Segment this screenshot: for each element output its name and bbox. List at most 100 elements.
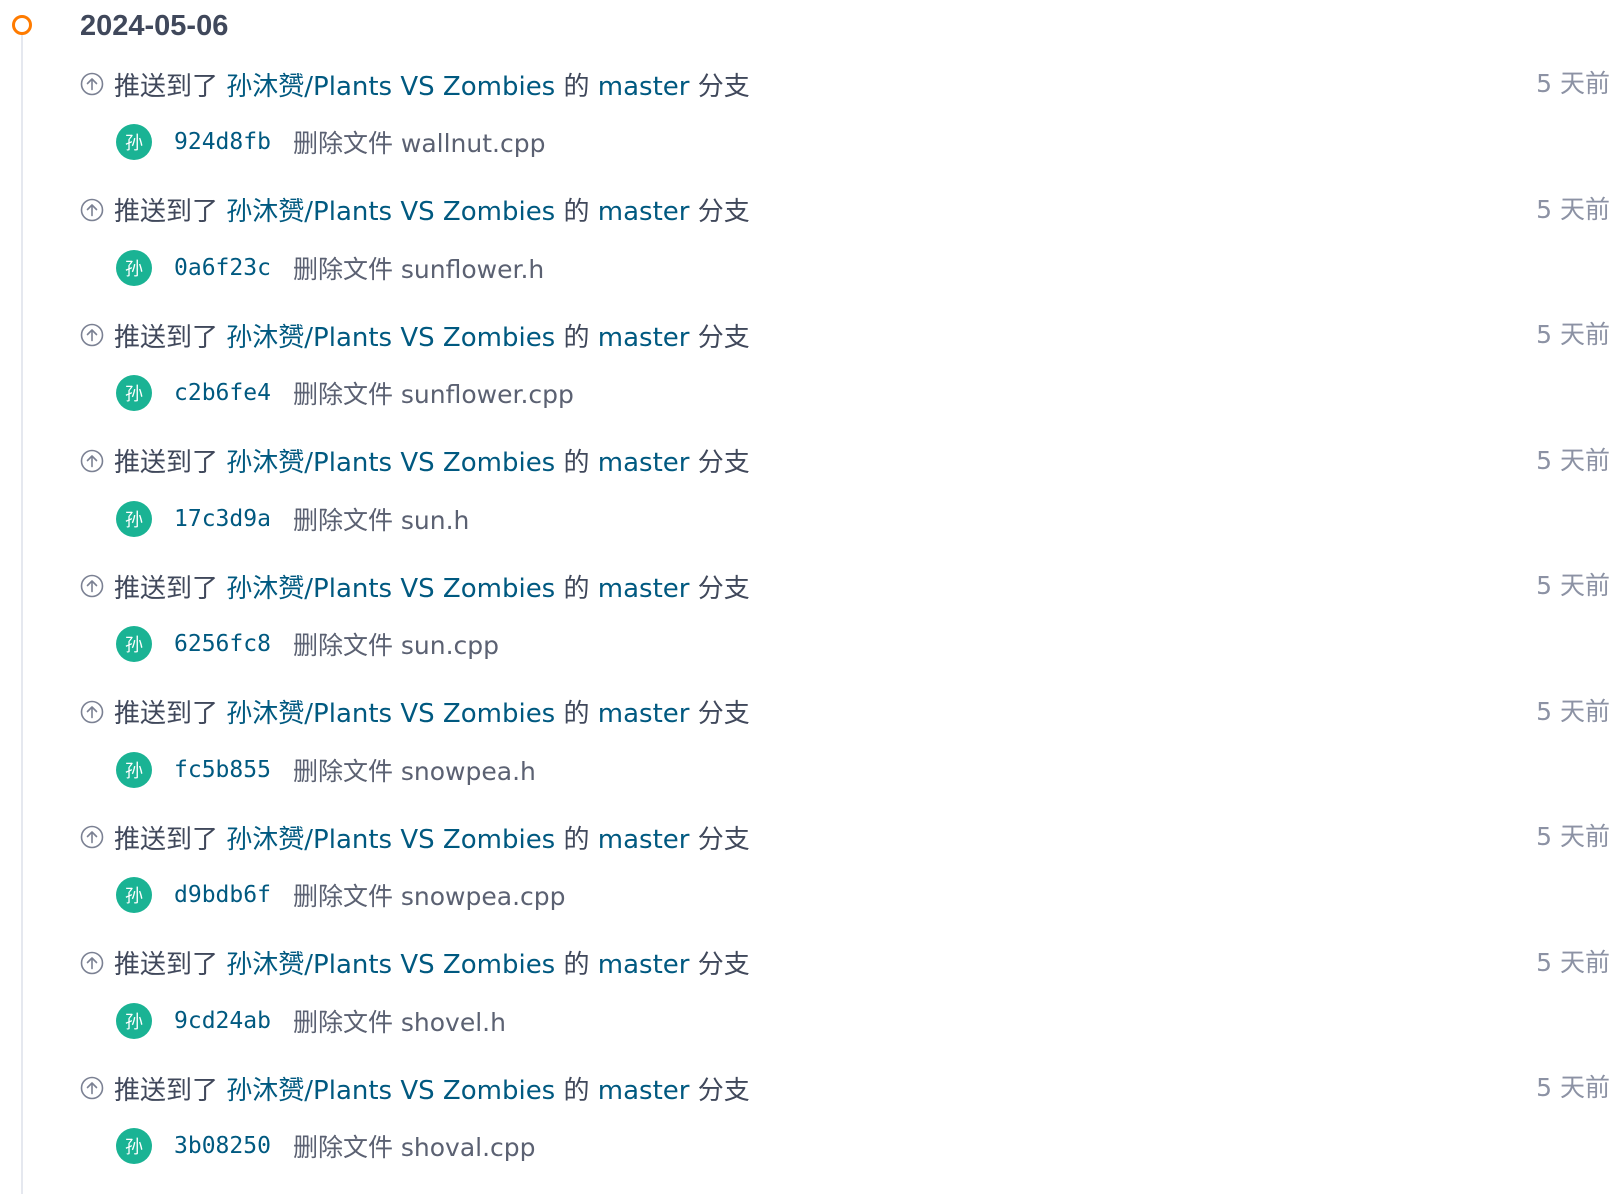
commit-row: 孙 9cd24ab 删除文件 shovel.h (116, 1001, 506, 1041)
push-branch-suffix: 分支 (697, 824, 750, 855)
repo-link[interactable]: 孙沐赟/Plants VS Zombies (226, 950, 555, 980)
branch-link[interactable]: master (598, 825, 690, 855)
repo-link[interactable]: 孙沐赟/Plants VS Zombies (226, 323, 555, 353)
push-connector-text: 的 (563, 197, 590, 227)
time-ago: 5 天前 (1536, 69, 1610, 98)
timeline-line (21, 34, 23, 1194)
push-summary: 推送到了 孙沐赟/Plants VS Zombies 的 master 分支 (114, 66, 750, 103)
avatar[interactable]: 孙 (116, 500, 152, 537)
commit-message: 删除文件 wallnut.cpp (292, 129, 546, 158)
push-connector-text: 的 (563, 448, 590, 478)
branch-link[interactable]: master (598, 197, 690, 227)
push-arrow-icon (80, 323, 104, 347)
event-item: 推送到了 孙沐赟/Plants VS Zombies 的 master 分支 5… (80, 313, 1610, 439)
push-branch-suffix: 分支 (697, 573, 750, 604)
push-branch-suffix: 分支 (697, 1075, 750, 1106)
commit-message: 删除文件 shovel.h (292, 1007, 506, 1037)
commit-row: 孙 c2b6fe4 删除文件 sunflower.cpp (116, 373, 574, 413)
avatar[interactable]: 孙 (116, 249, 152, 286)
time-ago: 5 天前 (1536, 696, 1610, 726)
branch-link[interactable]: master (598, 574, 690, 604)
commit-sha-link[interactable]: 17c3d9a (174, 506, 271, 532)
event-item: 推送到了 孙沐赟/Plants VS Zombies 的 master 分支 5… (80, 1066, 1610, 1192)
push-connector-text: 的 (563, 1075, 590, 1106)
branch-link[interactable]: master (598, 1076, 690, 1106)
push-summary: 推送到了 孙沐赟/Plants VS Zombies 的 master 分支 (114, 693, 750, 730)
commit-row: 孙 17c3d9a 删除文件 sun.h (116, 499, 469, 539)
avatar[interactable]: 孙 (116, 124, 152, 160)
commit-message: 删除文件 sunflower.h (292, 254, 545, 284)
branch-link[interactable]: master (598, 323, 690, 353)
push-row: 推送到了 孙沐赟/Plants VS Zombies 的 master 分支 5… (80, 62, 1610, 106)
commit-sha-link[interactable]: 3b08250 (174, 1133, 271, 1159)
time-ago: 5 天前 (1536, 1073, 1610, 1102)
push-action-text: 推送到了 (114, 322, 219, 353)
commit-sha-link[interactable]: fc5b855 (174, 757, 271, 783)
push-connector-text: 的 (563, 573, 590, 604)
commit-sha-link[interactable]: c2b6fe4 (174, 380, 271, 406)
push-arrow-icon (80, 700, 104, 723)
push-summary: 推送到了 孙沐赟/Plants VS Zombies 的 master 分支 (114, 1070, 750, 1107)
commit-sha-link[interactable]: 6256fc8 (174, 631, 271, 657)
avatar[interactable]: 孙 (116, 375, 152, 411)
push-action-text: 推送到了 (114, 71, 219, 102)
event-item: 推送到了 孙沐赟/Plants VS Zombies 的 master 分支 5… (80, 188, 1610, 314)
commit-sha-link[interactable]: d9bdb6f (174, 882, 271, 908)
branch-link[interactable]: master (598, 72, 690, 102)
event-item: 推送到了 孙沐赟/Plants VS Zombies 的 master 分支 5… (80, 439, 1610, 565)
commit-row: 孙 0a6f23c 删除文件 sunflower.h (116, 248, 544, 288)
branch-link[interactable]: master (598, 950, 690, 980)
push-action-text: 推送到了 (114, 950, 219, 980)
commit-message: 删除文件 shoval.cpp (292, 1133, 536, 1162)
avatar[interactable]: 孙 (116, 1002, 152, 1039)
avatar[interactable]: 孙 (116, 877, 152, 913)
push-summary: 推送到了 孙沐赟/Plants VS Zombies 的 master 分支 (114, 944, 750, 981)
event-list: 推送到了 孙沐赟/Plants VS Zombies 的 master 分支 5… (80, 62, 1610, 1192)
commit-row: 孙 924d8fb 删除文件 wallnut.cpp (116, 122, 545, 162)
commit-sha-link[interactable]: 924d8fb (174, 129, 271, 155)
avatar[interactable]: 孙 (116, 751, 152, 788)
repo-link[interactable]: 孙沐赟/Plants VS Zombies (226, 1076, 555, 1106)
repo-link[interactable]: 孙沐赟/Plants VS Zombies (226, 72, 555, 102)
push-summary: 推送到了 孙沐赟/Plants VS Zombies 的 master 分支 (114, 568, 750, 605)
push-connector-text: 的 (563, 322, 590, 353)
branch-link[interactable]: master (598, 699, 690, 729)
push-arrow-icon (80, 198, 104, 221)
commit-sha-link[interactable]: 0a6f23c (174, 255, 271, 281)
push-row: 推送到了 孙沐赟/Plants VS Zombies 的 master 分支 5… (80, 690, 1610, 734)
push-row: 推送到了 孙沐赟/Plants VS Zombies 的 master 分支 5… (80, 313, 1610, 357)
repo-link[interactable]: 孙沐赟/Plants VS Zombies (226, 197, 555, 227)
time-ago: 5 天前 (1536, 822, 1610, 851)
time-ago: 5 天前 (1536, 194, 1610, 224)
push-branch-suffix: 分支 (697, 448, 750, 478)
commit-row: 孙 6256fc8 删除文件 sun.cpp (116, 624, 499, 664)
push-branch-suffix: 分支 (697, 71, 750, 102)
push-summary: 推送到了 孙沐赟/Plants VS Zombies 的 master 分支 (114, 819, 750, 856)
push-connector-text: 的 (563, 71, 590, 102)
time-ago: 5 天前 (1536, 320, 1610, 349)
avatar[interactable]: 孙 (116, 1128, 152, 1164)
push-action-text: 推送到了 (114, 1075, 219, 1106)
push-arrow-icon (80, 1076, 104, 1100)
commit-sha-link[interactable]: 9cd24ab (174, 1008, 271, 1034)
event-item: 推送到了 孙沐赟/Plants VS Zombies 的 master 分支 5… (80, 815, 1610, 941)
branch-link[interactable]: master (598, 448, 690, 478)
event-item: 推送到了 孙沐赟/Plants VS Zombies 的 master 分支 5… (80, 62, 1610, 188)
event-item: 推送到了 孙沐赟/Plants VS Zombies 的 master 分支 5… (80, 941, 1610, 1067)
push-branch-suffix: 分支 (697, 950, 750, 980)
timeline-date: 2024-05-06 (80, 10, 229, 42)
repo-link[interactable]: 孙沐赟/Plants VS Zombies (226, 825, 555, 855)
push-arrow-icon (80, 574, 104, 598)
push-branch-suffix: 分支 (697, 322, 750, 353)
push-arrow-icon (80, 951, 104, 974)
repo-link[interactable]: 孙沐赟/Plants VS Zombies (226, 448, 555, 478)
commit-message: 删除文件 sunflower.cpp (292, 380, 574, 409)
commit-row: 孙 3b08250 删除文件 shoval.cpp (116, 1126, 536, 1166)
repo-link[interactable]: 孙沐赟/Plants VS Zombies (226, 574, 555, 604)
push-action-text: 推送到了 (114, 448, 219, 478)
repo-link[interactable]: 孙沐赟/Plants VS Zombies (226, 699, 555, 729)
push-row: 推送到了 孙沐赟/Plants VS Zombies 的 master 分支 5… (80, 941, 1610, 985)
avatar[interactable]: 孙 (116, 626, 152, 662)
push-connector-text: 的 (563, 699, 590, 729)
push-action-text: 推送到了 (114, 573, 219, 604)
